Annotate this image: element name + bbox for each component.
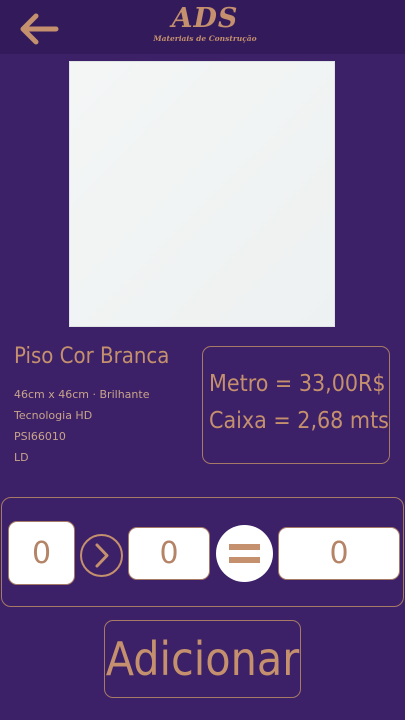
meters-per-box: Caixa = 2,68 mts <box>209 408 389 434</box>
quantity-calculator <box>1 497 404 607</box>
equals-button[interactable] <box>216 525 273 582</box>
price-per-meter: Metro = 33,00R$ <box>209 371 386 397</box>
product-lot: LD <box>14 451 29 464</box>
product-title: Piso Cor Branca <box>14 344 170 369</box>
logo-sub-text: Materiais de Construção <box>153 34 257 43</box>
quantity-input[interactable] <box>8 521 75 585</box>
product-details: 46cm x 46cm · Brilhante Tecnologia HD PS… <box>14 384 149 468</box>
price-box: Metro = 33,00R$ Caixa = 2,68 mts <box>202 346 390 464</box>
add-button-label: Adicionar <box>105 632 300 686</box>
back-button[interactable] <box>14 9 62 49</box>
convert-button[interactable] <box>80 534 123 577</box>
logo-main-text: ADS <box>171 3 239 34</box>
equals-circle-icon <box>229 544 260 563</box>
product-code: PSI66010 <box>14 430 66 443</box>
boxes-field[interactable] <box>128 527 210 580</box>
product-image <box>69 61 335 327</box>
product-size-finish: 46cm x 46cm · Brilhante <box>14 388 150 401</box>
chevron-right-circle-icon <box>95 543 109 568</box>
add-button[interactable]: Adicionar <box>104 620 301 698</box>
product-technology: Tecnologia HD <box>14 409 93 422</box>
total-field[interactable] <box>278 527 400 580</box>
app-header: ADS Materiais de Construção <box>0 0 405 54</box>
brand-logo: ADS Materiais de Construção <box>150 4 260 50</box>
arrow-left-icon <box>20 13 59 45</box>
